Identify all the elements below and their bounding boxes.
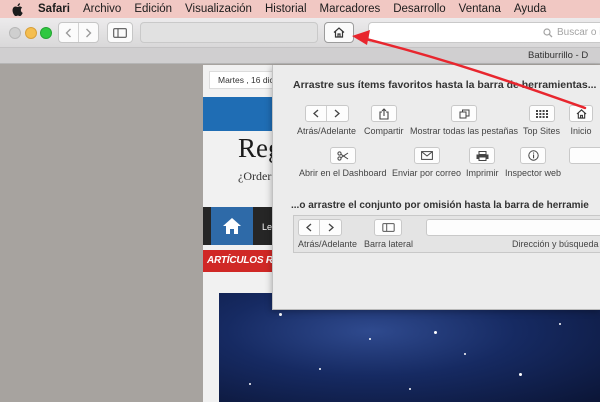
item-flexible-space[interactable] <box>569 147 600 164</box>
item-label: Inicio <box>570 126 592 136</box>
menu-visualizacion[interactable]: Visualización <box>185 3 252 15</box>
chevron-right-icon <box>85 28 92 37</box>
item-label: Enviar por correo <box>392 168 462 178</box>
menu-app-safari[interactable]: Safari <box>38 3 70 15</box>
site-home-link[interactable] <box>211 207 253 245</box>
site-nav-item[interactable]: Le <box>262 222 272 232</box>
tab-bar: Batiburrillo - D <box>0 48 600 64</box>
item-label: Mostrar todas las pestañas <box>410 126 519 136</box>
tabs-icon <box>451 105 478 122</box>
tab-title[interactable]: Batiburrillo - D <box>528 50 588 61</box>
menu-ayuda[interactable]: Ayuda <box>514 3 546 15</box>
menu-desarrollo[interactable]: Desarrollo <box>393 3 445 15</box>
panel-heading: Arrastre sus ítems favoritos hasta la ba… <box>293 79 597 91</box>
default-set-heading: ...o arrastre el conjunto por omisión ha… <box>291 200 589 211</box>
item-show-all-tabs[interactable]: Mostrar todas las pestañas <box>410 105 518 136</box>
back-forward-icon <box>304 105 349 122</box>
back-forward-buttons <box>58 22 99 43</box>
search-input[interactable]: Buscar o in <box>368 22 600 43</box>
browser-toolbar: Buscar o in <box>0 18 600 48</box>
share-icon <box>370 105 397 122</box>
sidebar-toggle-button[interactable] <box>107 22 133 43</box>
scissors-icon <box>329 147 356 164</box>
address-field-placeholder <box>426 219 600 236</box>
star <box>519 373 522 376</box>
star <box>279 313 282 316</box>
home-icon <box>223 218 241 234</box>
home-icon <box>333 27 345 38</box>
item-label: Atrás/Adelante <box>297 126 357 136</box>
grid-icon <box>528 105 555 122</box>
info-icon <box>520 147 547 164</box>
default-toolbar-set[interactable]: Atrás/Adelante Barra lateral Dirección y… <box>293 215 600 253</box>
item-back-forward[interactable]: Atrás/Adelante <box>297 105 356 136</box>
item-top-sites[interactable]: Top Sites <box>523 105 560 136</box>
menu-bar: Safari Archivo Edición Visualización His… <box>0 0 600 18</box>
item-label: Inspector web <box>505 168 562 178</box>
item-send-by-email[interactable]: Enviar por correo <box>392 147 461 178</box>
star <box>319 368 321 370</box>
item-label: Top Sites <box>523 126 561 136</box>
space-placeholder <box>569 147 600 164</box>
search-icon <box>543 27 553 37</box>
star <box>434 331 437 334</box>
chevron-left-icon <box>65 28 71 37</box>
menu-marcadores[interactable]: Marcadores <box>320 3 381 15</box>
home-icon <box>569 105 593 122</box>
fullscreen-window-button[interactable] <box>40 27 52 39</box>
sidebar-icon <box>374 219 402 236</box>
menu-historial[interactable]: Historial <box>265 3 307 15</box>
item-open-in-dashboard[interactable]: Abrir en el Dashboard <box>299 147 387 178</box>
search-placeholder: Buscar o in <box>556 27 600 38</box>
star <box>369 338 371 340</box>
close-window-button[interactable] <box>9 27 21 39</box>
item-print[interactable]: Imprimir <box>466 147 499 178</box>
item-label: Abrir en el Dashboard <box>299 168 387 178</box>
star <box>249 383 251 385</box>
default-item-label: Dirección y búsqueda <box>512 239 599 249</box>
back-button[interactable] <box>59 23 79 42</box>
item-label: Compartir <box>364 126 404 136</box>
site-subtitle: ¿Order <box>238 169 272 183</box>
item-home[interactable]: Inicio <box>569 105 593 136</box>
item-share[interactable]: Compartir <box>364 105 404 136</box>
toolbar-empty-slot <box>140 22 318 43</box>
star <box>409 388 411 390</box>
customize-toolbar-panel: Arrastre sus ítems favoritos hasta la ba… <box>272 65 600 310</box>
default-item-label: Barra lateral <box>364 239 414 249</box>
star <box>559 323 561 325</box>
apple-icon[interactable] <box>12 2 23 16</box>
forward-button[interactable] <box>79 23 99 42</box>
sidebar-icon <box>113 27 127 38</box>
star <box>464 353 466 355</box>
back-forward-icon <box>298 219 342 236</box>
item-web-inspector[interactable]: Inspector web <box>505 147 561 178</box>
menu-ventana[interactable]: Ventana <box>459 3 501 15</box>
printer-icon <box>469 147 496 164</box>
envelope-icon <box>413 147 440 164</box>
section-label: ARTÍCULOS RE <box>207 255 280 266</box>
menu-archivo[interactable]: Archivo <box>83 3 121 15</box>
item-label: Imprimir <box>466 168 499 178</box>
default-item-label: Atrás/Adelante <box>298 239 358 249</box>
menu-edicion[interactable]: Edición <box>134 3 172 15</box>
minimize-window-button[interactable] <box>25 27 37 39</box>
home-button[interactable] <box>324 22 354 43</box>
